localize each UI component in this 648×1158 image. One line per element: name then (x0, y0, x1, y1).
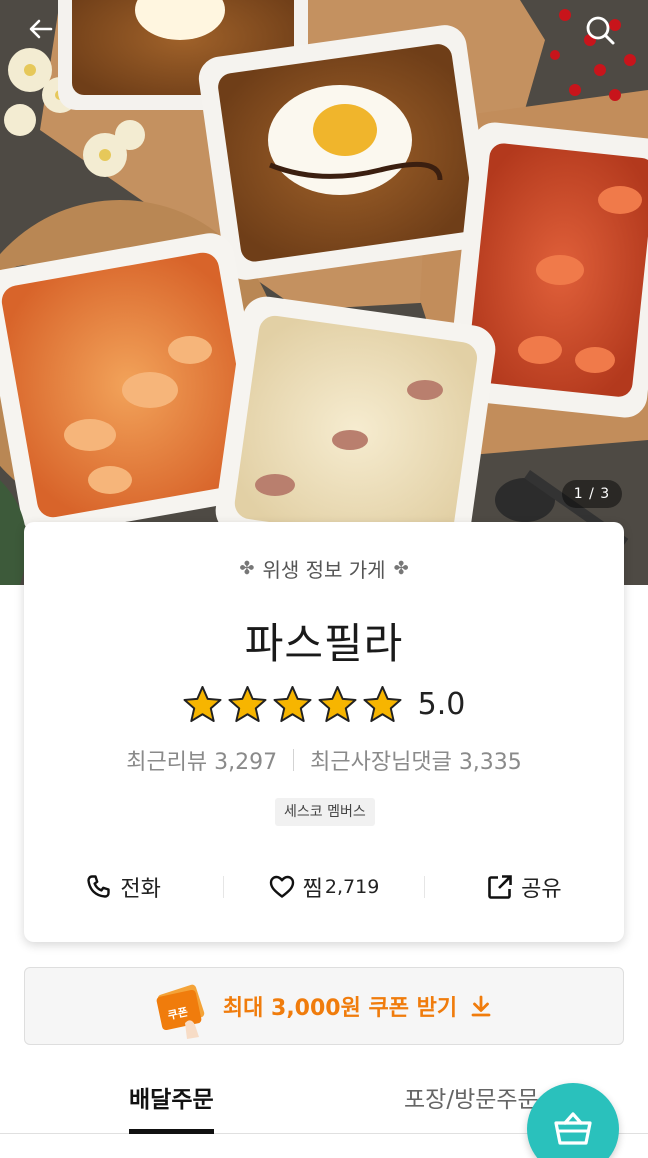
call-button[interactable]: 전화 (24, 862, 223, 912)
star-icon (273, 685, 312, 722)
arrow-left-icon (29, 19, 53, 39)
like-label: 찜 (302, 877, 323, 902)
like-count: 2,719 (324, 876, 380, 898)
review-summary: 최근리뷰 3,297 최근사장님댓글 3,335 (24, 744, 624, 776)
like-button[interactable]: 찜 2,719 (224, 862, 423, 912)
tab-delivery-order[interactable]: 배달주문 (129, 1070, 214, 1134)
download-icon (471, 995, 491, 1017)
store-name: 파스필라 (244, 619, 404, 668)
coupon-download-banner[interactable]: 쿠폰 최대 3,000원 쿠폰 받기 (24, 967, 624, 1045)
search-icon (586, 16, 615, 45)
share-icon (488, 875, 512, 899)
star-icon (318, 685, 357, 722)
cesco-member-badge: 세스코 멤버스 (275, 798, 375, 826)
share-label: 공유 (521, 877, 562, 902)
food-photo (0, 0, 648, 585)
back-button[interactable] (26, 14, 62, 50)
star-icon (363, 685, 402, 722)
recent-review-count[interactable]: 최근리뷰 3,297 (126, 744, 277, 776)
basket-icon (554, 1112, 592, 1145)
leaf-right-icon: ✤ (393, 558, 409, 579)
image-counter: 1 / 3 (562, 480, 622, 508)
rating-row[interactable]: 5.0 (24, 682, 624, 726)
heart-icon (269, 875, 294, 898)
store-actions: 전화 찜 2,719 공유 (24, 862, 624, 912)
share-button[interactable]: 공유 (425, 862, 624, 912)
owner-reply-count[interactable]: 최근사장님댓글 3,335 (310, 744, 522, 776)
star-icon (183, 685, 222, 722)
hygiene-info-label[interactable]: ✤ 위생 정보 가게 ✤ (24, 554, 624, 583)
coupon-label: 최대 3,000원 쿠폰 받기 (222, 996, 458, 1021)
call-label: 전화 (120, 877, 161, 902)
hygiene-text: 위생 정보 가게 (262, 558, 386, 582)
rating-value: 5.0 (417, 686, 466, 722)
search-button[interactable] (584, 14, 620, 50)
star-icon (228, 685, 267, 722)
coupon-ticket-icon: 쿠폰 (156, 984, 205, 1039)
divider (293, 749, 295, 771)
tab-pickup-order[interactable]: 포장/방문주문 (404, 1070, 539, 1134)
store-info-card: ✤ 위생 정보 가게 ✤ 파스필라 5.0 최근리뷰 3,297 최근사장님댓글… (24, 522, 624, 942)
store-hero-image[interactable]: 1 / 3 (0, 0, 648, 585)
phone-icon (87, 875, 111, 898)
leaf-left-icon: ✤ (239, 558, 255, 579)
